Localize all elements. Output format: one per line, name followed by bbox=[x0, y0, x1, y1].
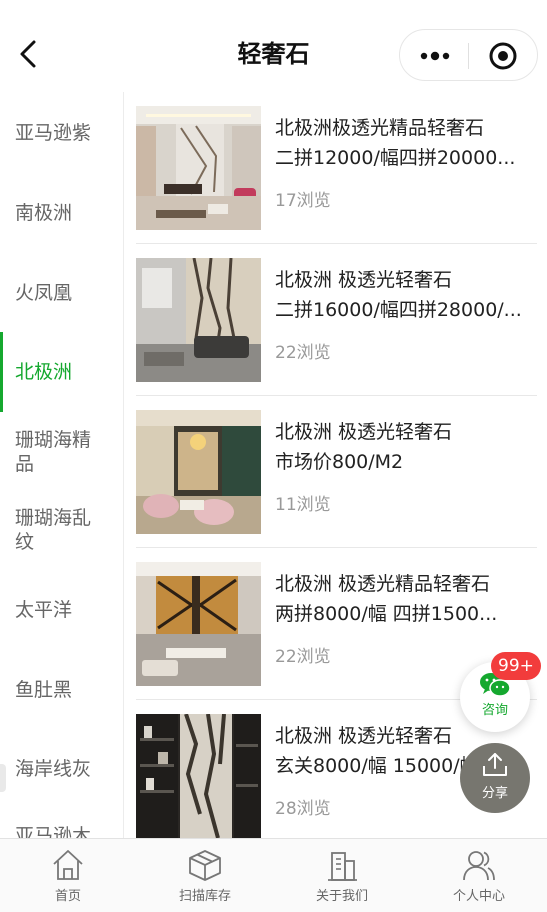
unread-badge: 99+ bbox=[491, 652, 541, 680]
sidebar-item-category[interactable]: 珊瑚海精品 bbox=[0, 428, 123, 476]
product-title: 北极洲极透光精品轻奢石 二拼12000/幅四拼20000... bbox=[275, 113, 525, 173]
product-title: 北极洲 极透光精品轻奢石 两拼8000/幅 四拼1500... bbox=[275, 569, 525, 629]
edge-handle[interactable] bbox=[0, 764, 6, 792]
share-label: 分享 bbox=[481, 786, 508, 801]
tab-about-us[interactable]: 关于我们 bbox=[274, 839, 410, 912]
sidebar-item-category[interactable]: 亚马逊紫 bbox=[0, 121, 123, 145]
tab-label: 首页 bbox=[54, 889, 81, 904]
tab-label: 扫描库存 bbox=[178, 889, 231, 904]
consult-label: 咨询 bbox=[481, 703, 508, 718]
capsule-divider bbox=[468, 43, 469, 69]
sidebar-item-category[interactable]: 南极洲 bbox=[0, 201, 123, 225]
view-count: 17浏览 bbox=[275, 191, 331, 211]
share-upload-icon bbox=[483, 753, 507, 776]
product-image bbox=[136, 258, 261, 382]
product-title-line2: 两拼8000/幅 四拼1500... bbox=[275, 603, 498, 625]
home-icon bbox=[53, 850, 83, 880]
sidebar-item-category[interactable]: 海岸线灰 bbox=[0, 757, 123, 781]
tab-profile[interactable]: 个人中心 bbox=[411, 839, 547, 912]
tab-label: 个人中心 bbox=[452, 889, 505, 904]
tab-home[interactable]: 首页 bbox=[0, 839, 136, 912]
tab-label: 关于我们 bbox=[315, 889, 368, 904]
category-sidebar: 亚马逊紫 南极洲 火凤凰 北极洲 珊瑚海精品 珊瑚海乱纹 太平洋 鱼肚黑 海岸线… bbox=[0, 92, 124, 838]
share-button[interactable]: 分享 bbox=[460, 743, 530, 813]
view-count: 22浏览 bbox=[275, 647, 331, 667]
building-icon bbox=[328, 852, 357, 881]
product-title: 北极洲 极透光轻奢石 二拼16000/幅四拼28000/... bbox=[275, 265, 525, 325]
sidebar-item-category[interactable]: 火凤凰 bbox=[0, 281, 123, 305]
sidebar-item-category[interactable]: 珊瑚海乱纹 bbox=[0, 506, 123, 554]
product-image bbox=[136, 562, 261, 686]
product-card[interactable]: 北极洲 极透光轻奢石 二拼16000/幅四拼28000/... 22浏览 bbox=[136, 244, 537, 396]
product-title-line2: 二拼12000/幅四拼20000... bbox=[275, 147, 516, 169]
mini-program-capsule bbox=[399, 29, 538, 81]
product-image bbox=[136, 106, 261, 230]
more-dots-icon[interactable] bbox=[418, 43, 452, 69]
product-image bbox=[136, 714, 261, 838]
sidebar-item-category[interactable]: 亚马逊木 bbox=[0, 824, 123, 838]
product-title-line1: 北极洲 极透光轻奢石 bbox=[275, 269, 453, 291]
sidebar-item-category[interactable]: 太平洋 bbox=[0, 598, 123, 622]
view-count: 11浏览 bbox=[275, 495, 331, 515]
product-title-line2: 二拼16000/幅四拼28000/... bbox=[275, 299, 522, 321]
product-title-line2: 市场价800/M2 bbox=[275, 451, 404, 473]
box-icon bbox=[189, 850, 221, 881]
product-card[interactable]: 北极洲 极透光轻奢石 市场价800/M2 11浏览 bbox=[136, 396, 537, 548]
product-card[interactable]: 北极洲极透光精品轻奢石 二拼12000/幅四拼20000... 17浏览 bbox=[136, 92, 537, 244]
sidebar-item-category[interactable]: 鱼肚黑 bbox=[0, 678, 123, 702]
user-icon bbox=[463, 851, 495, 881]
product-image bbox=[136, 410, 261, 534]
sidebar-item-active[interactable]: 北极洲 bbox=[0, 360, 123, 384]
product-title-line1: 北极洲 极透光精品轻奢石 bbox=[275, 573, 491, 595]
product-title-line1: 北极洲 极透光轻奢石 bbox=[275, 421, 453, 443]
product-title-line1: 北极洲极透光精品轻奢石 bbox=[275, 117, 485, 139]
target-close-icon[interactable] bbox=[488, 41, 518, 71]
product-title: 北极洲 极透光轻奢石 市场价800/M2 bbox=[275, 417, 525, 477]
top-nav-bar: 轻奢石 bbox=[0, 0, 547, 92]
view-count: 22浏览 bbox=[275, 343, 331, 363]
tab-scan-inventory[interactable]: 扫描库存 bbox=[137, 839, 273, 912]
bottom-tab-bar: 首页 扫描库存 关于我们 个人中心 bbox=[0, 838, 547, 912]
view-count: 28浏览 bbox=[275, 799, 331, 819]
